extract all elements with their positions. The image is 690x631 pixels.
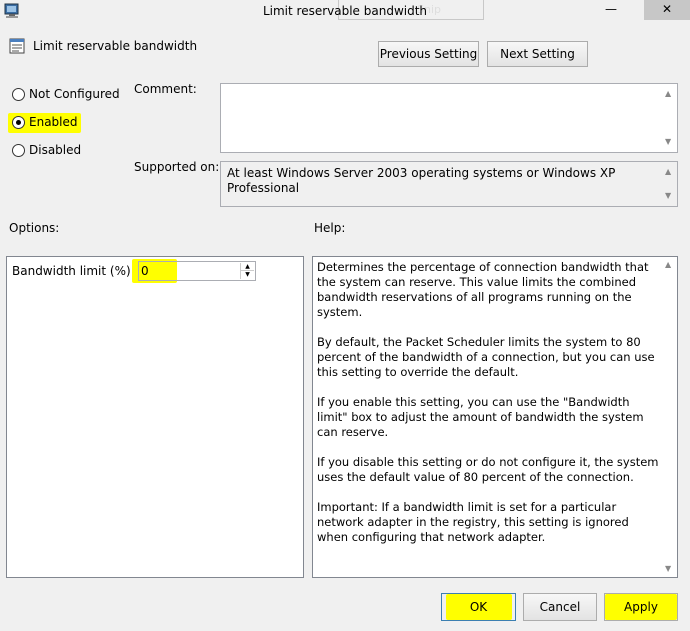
comment-scrollbar[interactable]: ▲ ▼ [661, 84, 677, 152]
bandwidth-limit-spinbox[interactable]: 0 ▲ ▼ [138, 261, 256, 281]
cancel-button[interactable]: Cancel [523, 593, 597, 621]
scroll-up-icon[interactable]: ▲ [665, 261, 671, 269]
previous-setting-button[interactable]: Previous Setting [378, 41, 479, 67]
help-paragraph: If you disable this setting or do not co… [317, 455, 659, 484]
options-heading: Options: [9, 221, 60, 235]
help-panel: Determines the percentage of connection … [312, 256, 678, 578]
spin-down-icon[interactable]: ▼ [241, 271, 254, 279]
supported-scrollbar[interactable]: ▲ ▼ [661, 162, 677, 206]
comment-value [221, 84, 677, 92]
help-paragraph: Determines the percentage of connection … [317, 260, 649, 319]
radio-disabled[interactable]: Disabled [12, 143, 81, 157]
scroll-down-icon[interactable]: ▼ [665, 138, 671, 146]
policy-setting-icon [9, 38, 25, 54]
ok-button[interactable]: OK [441, 593, 516, 621]
radio-disabled-dot [12, 143, 25, 157]
scroll-up-icon[interactable]: ▲ [665, 168, 671, 176]
options-panel: Bandwidth limit (%): 0 ▲ ▼ [6, 256, 304, 578]
close-icon: ✕ [661, 2, 673, 16]
minimize-icon: — [605, 2, 617, 16]
apply-button[interactable]: Apply [604, 593, 678, 621]
radio-enabled-dot [12, 115, 25, 129]
supported-on-value: At least Windows Server 2003 operating s… [227, 166, 616, 195]
scroll-up-icon[interactable]: ▲ [665, 90, 671, 98]
help-heading: Help: [314, 221, 346, 235]
help-paragraph: Important: If a bandwidth limit is set f… [317, 500, 629, 544]
window-title: Limit reservable bandwidth [262, 4, 428, 18]
comment-field[interactable]: ▲ ▼ [220, 83, 678, 153]
spin-up-icon[interactable]: ▲ [241, 263, 254, 271]
help-text: Determines the percentage of connection … [313, 257, 677, 545]
spinner-buttons[interactable]: ▲ ▼ [240, 263, 254, 279]
policy-name: Limit reservable bandwidth [33, 39, 198, 53]
next-setting-button[interactable]: Next Setting [487, 41, 588, 67]
radio-not-configured-dot [12, 87, 25, 101]
radio-disabled-label: Disabled [29, 143, 82, 157]
bandwidth-limit-label: Bandwidth limit (%): [12, 264, 135, 278]
help-paragraph: If you enable this setting, you can use … [317, 395, 644, 439]
close-button[interactable]: ✕ [644, 0, 690, 20]
title-bar: Snip Limit reservable bandwidth — ✕ [0, 0, 690, 24]
radio-not-configured[interactable]: Not Configured [12, 87, 120, 101]
help-paragraph: By default, the Packet Scheduler limits … [317, 335, 655, 379]
radio-enabled[interactable]: Enabled [12, 115, 78, 129]
radio-not-configured-label: Not Configured [29, 87, 120, 101]
help-scrollbar[interactable]: ▲ ▼ [661, 257, 677, 577]
scroll-down-icon[interactable]: ▼ [665, 565, 671, 573]
supported-on-field: At least Windows Server 2003 operating s… [220, 161, 678, 207]
scroll-down-icon[interactable]: ▼ [665, 192, 671, 200]
minimize-button[interactable]: — [599, 0, 623, 20]
bandwidth-limit-value[interactable]: 0 [141, 264, 149, 278]
supported-on-label: Supported on: [134, 160, 220, 174]
radio-enabled-label: Enabled [29, 115, 78, 129]
comment-label: Comment: [134, 82, 197, 96]
